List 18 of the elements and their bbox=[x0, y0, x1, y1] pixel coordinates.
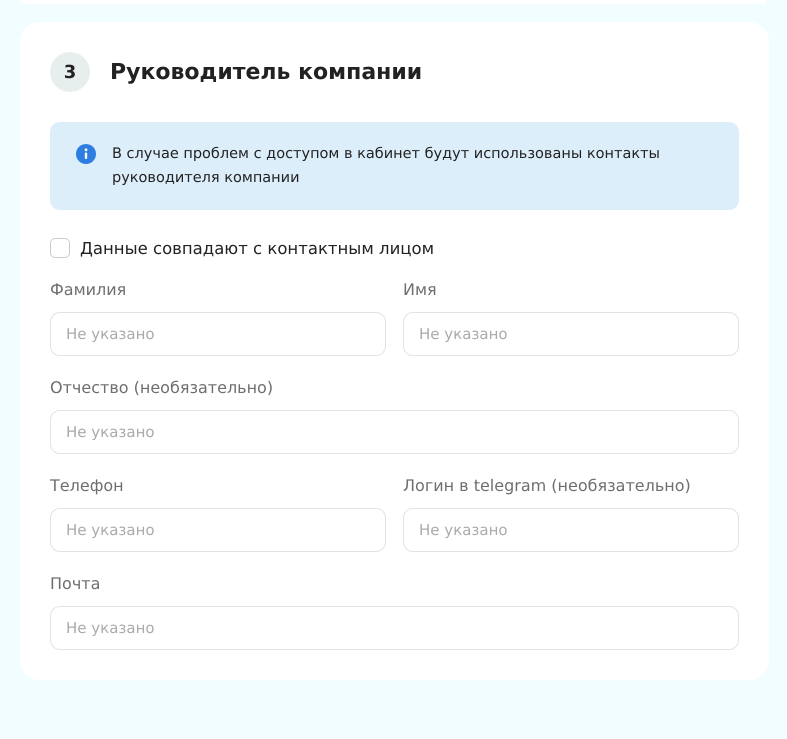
field-label: Фамилия bbox=[50, 279, 128, 301]
input-field[interactable]: Не указано bbox=[403, 508, 739, 552]
input-field[interactable]: Не указано bbox=[50, 312, 386, 356]
input-field[interactable]: Не указано bbox=[50, 606, 739, 650]
field-label: Логин в telegram (необязательно) bbox=[403, 475, 692, 497]
field-label: Имя bbox=[403, 279, 438, 301]
field-label: Отчество (необязательно) bbox=[50, 377, 274, 399]
field-label: Телефон bbox=[50, 475, 125, 497]
field-label: Почта bbox=[50, 573, 102, 595]
input-field[interactable]: Не указано bbox=[403, 312, 739, 356]
section-title: Руководитель компании bbox=[110, 60, 422, 84]
checkbox-label: Данные совпадают с контактным лицом bbox=[80, 238, 434, 258]
notice-text: В случае проблем с доступом в кабинет будут использованы контакты руководителя компании bbox=[112, 145, 661, 188]
input-field[interactable]: Не указано bbox=[50, 410, 739, 454]
checkbox[interactable] bbox=[50, 238, 70, 258]
step-number: 3 bbox=[50, 52, 90, 92]
info-icon bbox=[76, 144, 96, 164]
input-field[interactable]: Не указано bbox=[50, 508, 386, 552]
